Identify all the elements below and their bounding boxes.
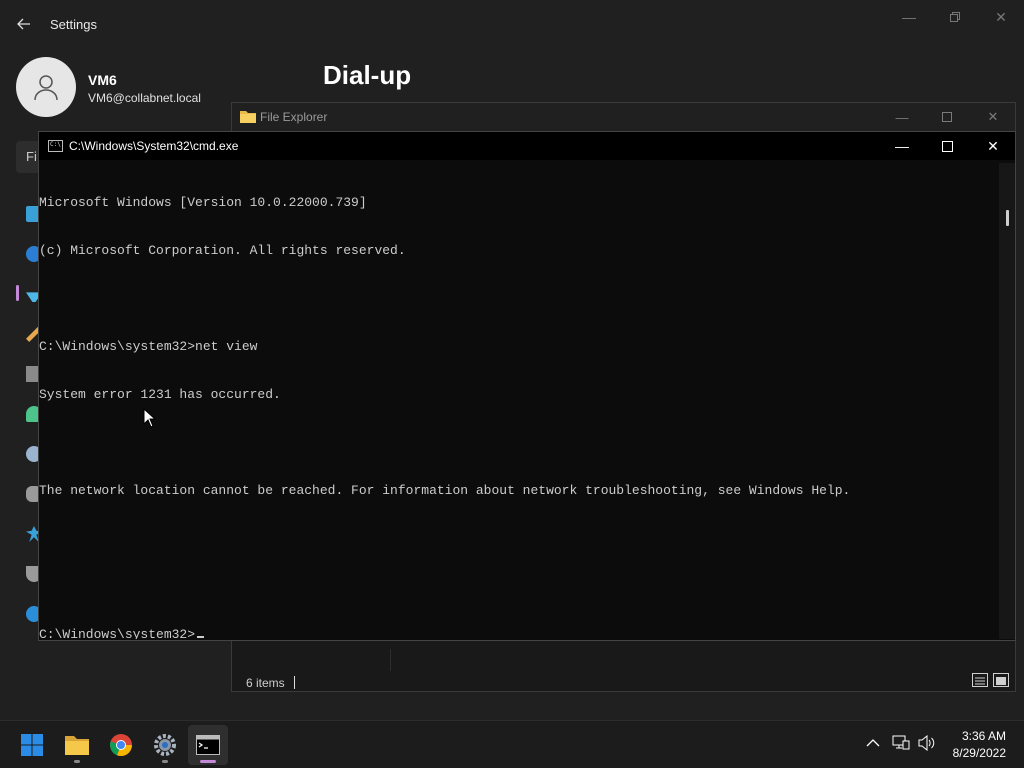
large-icons-view-icon[interactable] [993,673,1009,687]
status-item-count: 6 items [246,676,285,690]
maximize-icon[interactable] [933,108,961,126]
console-output[interactable]: Microsoft Windows [Version 10.0.22000.73… [39,163,999,639]
running-indicator [162,760,168,763]
settings-icon [154,734,176,756]
details-view-icon[interactable] [972,673,988,687]
folder-icon [240,111,256,123]
scrollbar-thumb[interactable] [1006,210,1009,226]
explorer-titlebar[interactable]: File Explorer — ✕ [232,103,1015,131]
minimize-icon[interactable]: — [888,108,916,126]
minimize-icon[interactable]: — [879,135,925,157]
start-icon [21,734,43,756]
chevron-up-icon[interactable] [866,735,880,751]
person-icon [34,75,58,101]
pane-divider [390,649,391,671]
back-arrow-icon[interactable] [14,12,34,36]
file-explorer-icon [65,736,89,755]
console-prompt: C:\Windows\system32> [39,627,196,639]
close-icon[interactable]: ✕ [970,135,1016,157]
start-button[interactable] [12,725,52,765]
settings-title: Settings [50,17,97,32]
taskbar: 3:36 AM 8/29/2022 [0,720,1024,768]
cmd-window[interactable]: C:\ C:\Windows\System32\cmd.exe — ✕ Micr… [38,131,1016,641]
clock-time[interactable]: 3:36 AM [962,729,1006,743]
close-icon[interactable]: ✕ [978,8,1024,26]
chrome-icon [110,734,133,757]
taskbar-chrome[interactable] [101,725,141,765]
active-indicator [200,760,216,763]
maximize-icon[interactable] [924,135,970,157]
status-separator [294,676,295,689]
text-cursor [197,636,205,638]
console-line: System error 1231 has occurred. [39,387,281,402]
running-indicator [74,760,80,763]
taskbar-file-explorer[interactable] [57,725,97,765]
taskbar-settings[interactable] [145,725,185,765]
console-line: C:\Windows\system32>net view [39,339,258,354]
restore-icon[interactable] [932,8,978,26]
console-prompt-line[interactable]: C:\Windows\system32> [39,627,999,639]
close-icon[interactable]: ✕ [979,108,1007,126]
avatar[interactable] [16,57,76,117]
cmd-titlebar[interactable]: C:\ C:\Windows\System32\cmd.exe — ✕ [39,132,1015,160]
cmd-title: C:\Windows\System32\cmd.exe [69,139,239,153]
cmd-icon: C:\ [48,140,63,152]
user-email: VM6@collabnet.local [88,91,201,105]
volume-icon[interactable] [918,734,936,754]
console-line: (c) Microsoft Corporation. All rights re… [39,243,406,258]
nav-selection-indicator [16,285,19,301]
console-line: Microsoft Windows [Version 10.0.22000.73… [39,195,367,210]
cmd-icon [196,735,220,755]
mouse-pointer-icon [143,408,157,428]
network-icon[interactable] [892,735,910,754]
taskbar-cmd[interactable] [188,725,228,765]
console-scrollbar[interactable] [999,163,1015,639]
user-name: VM6 [88,72,117,88]
console-line: The network location cannot be reached. … [39,483,851,498]
explorer-title: File Explorer [260,110,328,124]
minimize-icon[interactable]: — [886,8,932,26]
page-title: Dial-up [323,60,412,90]
clock-date[interactable]: 8/29/2022 [953,746,1006,760]
